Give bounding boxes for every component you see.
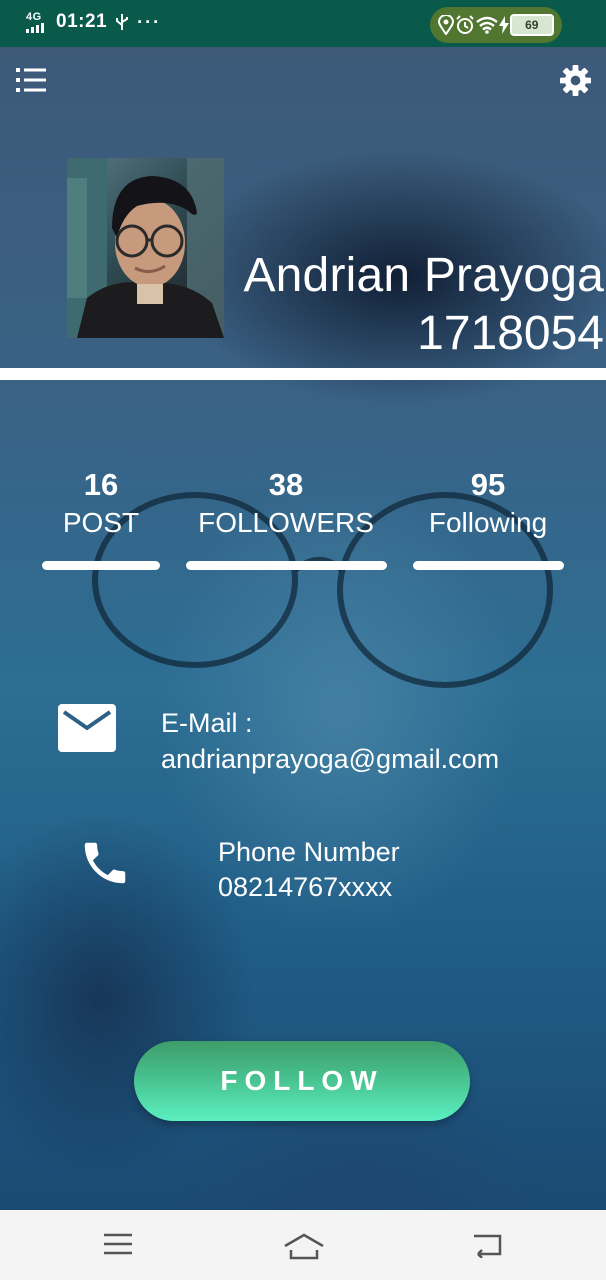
- battery-level: 69: [509, 14, 554, 36]
- avatar: [67, 158, 224, 338]
- header-divider: [0, 368, 606, 380]
- gear-icon[interactable]: [560, 65, 591, 96]
- status-left: 4G 01:21 ···: [26, 11, 161, 33]
- recent-apps-icon[interactable]: [103, 1232, 133, 1256]
- more-icon: ···: [137, 11, 162, 32]
- email-value[interactable]: andrianprayoga@gmail.com: [161, 741, 499, 777]
- stat-label: POST: [62, 507, 140, 538]
- phone-icon: [84, 842, 126, 884]
- avatar-photo: [67, 158, 224, 338]
- stat-count: 95: [470, 467, 506, 502]
- stat-count: 38: [268, 467, 304, 502]
- mail-icon: [58, 704, 116, 752]
- usb-icon: [116, 14, 129, 30]
- stat-underline-post: [42, 561, 160, 570]
- status-right: 69: [430, 7, 562, 43]
- phone-label: Phone Number: [218, 837, 400, 867]
- wifi-icon: [476, 16, 498, 34]
- stat-label: FOLLOWERS: [198, 507, 374, 538]
- profile-name: Andrian Prayoga: [243, 249, 604, 302]
- menu-list-icon[interactable]: [16, 66, 46, 94]
- phone-value[interactable]: 08214767xxxx: [218, 869, 392, 905]
- profile-id: 1718054: [417, 307, 604, 360]
- alarm-icon: [455, 15, 474, 34]
- system-nav-bar: [0, 1210, 606, 1280]
- home-icon[interactable]: [283, 1232, 325, 1260]
- clock: 01:21: [56, 11, 108, 32]
- stat-post[interactable]: 16 POST: [42, 466, 160, 542]
- stat-followers[interactable]: 38 FOLLOWERS: [186, 466, 386, 542]
- location-icon: [438, 15, 455, 35]
- stat-count: 16: [83, 467, 119, 502]
- stat-following[interactable]: 95 Following: [412, 466, 564, 542]
- status-bar: 4G 01:21 ··· 69: [0, 0, 606, 47]
- stat-label: Following: [428, 507, 548, 538]
- signal-icon: [26, 22, 44, 33]
- follow-button[interactable]: FOLLOW: [134, 1041, 470, 1121]
- stat-underline-followers: [186, 561, 387, 570]
- email-label: E-Mail :: [161, 708, 253, 738]
- back-icon[interactable]: [472, 1232, 504, 1258]
- stat-underline-following: [413, 561, 564, 570]
- network-type: 4G: [26, 10, 42, 23]
- signal-indicator: 4G: [26, 10, 48, 33]
- charging-icon: [499, 16, 510, 34]
